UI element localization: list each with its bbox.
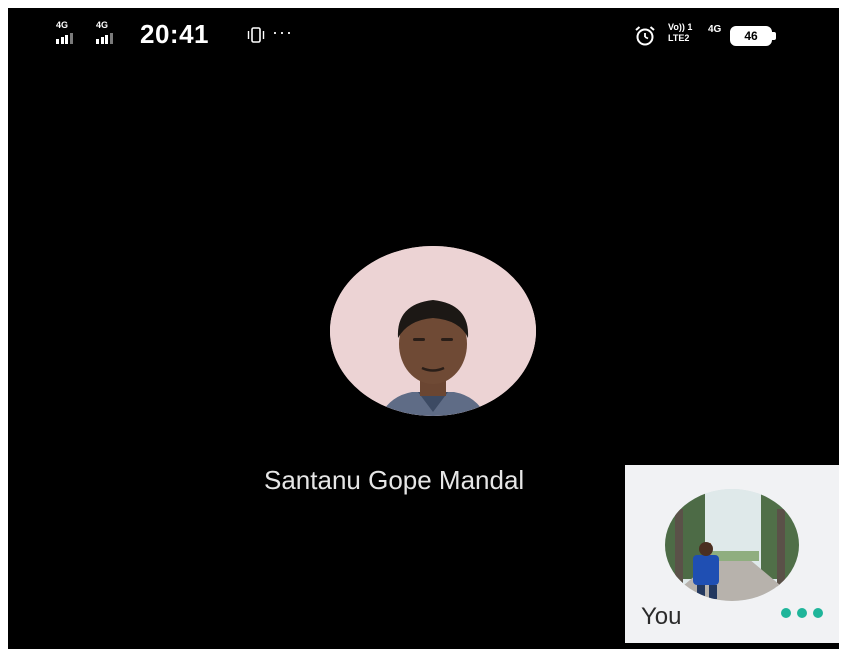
sim1-network-type: 4G — [56, 20, 69, 30]
more-dot-icon — [781, 608, 791, 618]
sim2-signal-icon: 4G — [96, 20, 124, 46]
status-time: 20:41 — [140, 19, 209, 49]
sim1-signal-icon: 4G — [56, 20, 84, 46]
more-dot-icon — [797, 608, 807, 618]
data-network-indicator: 4G — [708, 24, 722, 35]
call-screen: 4G 4G 20:41 ··· Vo)) 1 LTE2 4G 46 Santan… — [8, 8, 839, 649]
self-view-label: You — [641, 603, 682, 630]
volte-icon: Vo)) 1 LTE2 — [668, 22, 702, 48]
more-dot-icon — [813, 608, 823, 618]
volte-label-bottom: LTE2 — [668, 33, 690, 43]
caller-avatar — [330, 246, 536, 416]
self-photo — [665, 489, 799, 601]
status-bar: 4G 4G 20:41 ··· Vo)) 1 LTE2 4G 46 — [8, 8, 839, 58]
volte-label-top: Vo)) 1 — [668, 22, 693, 32]
alarm-icon — [635, 26, 655, 46]
caller-name: Santanu Gope Mandal — [264, 465, 525, 495]
self-view-tile[interactable]: You — [625, 465, 839, 643]
caller-photo — [330, 246, 536, 416]
vibrate-icon — [247, 27, 265, 43]
battery-icon: 46 — [730, 26, 772, 46]
battery-level: 46 — [744, 29, 758, 43]
sim2-network-type: 4G — [96, 20, 109, 30]
self-avatar — [665, 489, 799, 601]
battery-tip — [772, 32, 776, 40]
more-notifications-indicator: ··· — [272, 22, 293, 42]
self-view-more-button[interactable] — [781, 603, 827, 623]
